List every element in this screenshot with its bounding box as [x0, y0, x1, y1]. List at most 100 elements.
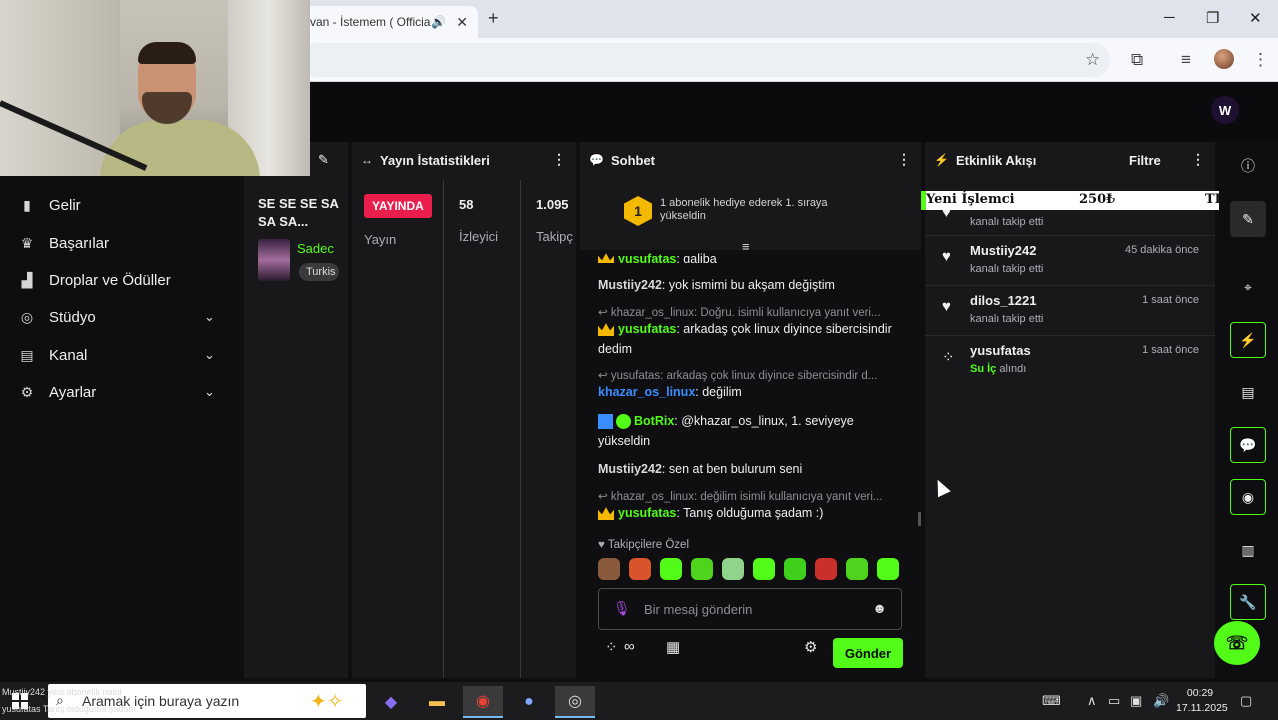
viewer-count: 58 [459, 197, 474, 212]
emote-item[interactable] [877, 558, 899, 580]
wrench-icon[interactable]: 🔧 [1230, 584, 1266, 620]
chrome-icon[interactable]: ◉ [463, 686, 503, 718]
layout-icon[interactable]: ▥ [1230, 532, 1266, 568]
sidebar-item-droplar[interactable]: ▟ Droplar ve Ödüller [0, 262, 241, 298]
emote-item[interactable] [753, 558, 775, 580]
points-icon[interactable]: ⁘ [605, 638, 618, 656]
stream-info-panel: SE SE SE SA SA SA... Sadec Turkis [244, 142, 348, 678]
emote-item[interactable] [815, 558, 837, 580]
sidebar-item-ayarlar[interactable]: ⚙ Ayarlar ⌄ [0, 374, 241, 410]
event-description: kanalı takip etti [970, 313, 1044, 325]
chat-settings-icon[interactable]: ⚙ [804, 638, 817, 656]
scan-icon[interactable]: ⌖ [1230, 269, 1266, 305]
chat-username[interactable]: yusufatas [618, 252, 676, 263]
emote-item[interactable] [846, 558, 868, 580]
verified-badge-icon [616, 414, 631, 430]
chat-username[interactable]: Mustiiy242 [598, 278, 662, 292]
support-chat-button[interactable]: ☏ [1214, 621, 1260, 665]
crown-badge-icon [598, 507, 614, 521]
chat-message: yusufatas: arkadaş çok linux diyince sib… [598, 319, 898, 359]
followers-only-notice: ♥ Takipçilere Özel [598, 539, 689, 551]
user-avatar[interactable]: W [1211, 96, 1239, 124]
infinity-icon[interactable]: ∞ [624, 638, 635, 655]
display-icon[interactable]: ▣ [1130, 693, 1142, 709]
chat-message-input[interactable] [644, 598, 864, 620]
event-description: kanalı takip etti [970, 263, 1044, 275]
chat-username[interactable]: yusufatas [618, 322, 676, 336]
media-control-icon[interactable]: ≡ [1181, 50, 1191, 70]
copilot-icon[interactable]: ◆ [371, 686, 411, 718]
tab-close-icon[interactable]: ✕ [456, 14, 468, 31]
activity-feed-panel: ⚡ Etkinlik Akışı Filtre ⋮ ♥ kanalı takip… [925, 142, 1215, 678]
panel-title: Etkinlik Akışı [955, 152, 1037, 168]
emote-item[interactable] [660, 558, 682, 580]
chat-scrollbar[interactable] [918, 512, 921, 526]
maximize-button[interactable]: ❐ [1206, 9, 1219, 27]
emote-bar [598, 558, 899, 580]
app-icon[interactable]: ● [509, 686, 549, 718]
tray-chevron-icon[interactable]: ∧ [1087, 693, 1097, 709]
info-icon[interactable]: ⓘ [1230, 148, 1266, 184]
stream-category[interactable]: Sadec [297, 241, 337, 256]
chevron-down-icon[interactable]: ⌄ [204, 347, 215, 363]
chat-username[interactable]: khazar_os_linux [598, 385, 695, 399]
chat-username[interactable]: BotRix [634, 414, 674, 428]
broadcast-icon[interactable]: ◉ [1230, 479, 1266, 515]
chat-username[interactable]: Mustiiy242 [598, 462, 662, 476]
emote-item[interactable] [691, 558, 713, 580]
event-username[interactable]: yusufatas [970, 343, 1031, 358]
store-icon[interactable]: ▦ [666, 638, 680, 656]
chevron-down-icon[interactable]: ⌄ [204, 384, 215, 400]
webcam-hair [138, 42, 196, 64]
browser-tab[interactable]: van - İstemem ( Official 🔊 ✕ [300, 6, 478, 38]
lightning-icon[interactable]: ⚡ [1230, 322, 1266, 358]
browser-menu-icon[interactable]: ⋮ [1252, 50, 1269, 70]
sidebar-item-basarilar[interactable]: ♛ Başarılar [0, 225, 241, 261]
obs-icon[interactable]: ◎ [555, 686, 595, 718]
chat-username[interactable]: yusufatas [618, 506, 676, 520]
bookmark-star-icon[interactable]: ☆ [1085, 50, 1100, 70]
taskbar-clock[interactable]: 00:29 17.11.2025 [1176, 686, 1228, 716]
emote-item[interactable] [784, 558, 806, 580]
reply-text: khazar_os_linux: Doğru. isimli kullanıcı… [610, 307, 881, 319]
profile-avatar[interactable] [1214, 49, 1234, 69]
chat-bubble-icon: 💬 [589, 153, 604, 167]
chat-bubble-icon[interactable]: 💬 [1230, 427, 1266, 463]
chevron-down-icon[interactable]: ⌄ [204, 309, 215, 325]
new-tab-button[interactable]: + [488, 8, 499, 29]
document-icon[interactable]: ▤ [1230, 374, 1266, 410]
emote-item[interactable] [722, 558, 744, 580]
event-username[interactable]: Mustiiy242 [970, 243, 1036, 258]
more-options-icon[interactable]: ⋮ [1191, 151, 1205, 168]
edit-icon[interactable]: ✎ [1230, 201, 1266, 237]
follower-label: Takipç [536, 229, 573, 244]
keyboard-icon[interactable]: ⌨ [1042, 693, 1061, 709]
heart-icon: ♥ [942, 298, 951, 315]
send-button[interactable]: Gönder [833, 638, 903, 668]
more-options-icon[interactable]: ⋮ [897, 151, 911, 168]
webcam-overlay [0, 0, 310, 176]
sidebar-item-gelir[interactable]: ▮ Gelir [0, 187, 241, 223]
extensions-icon[interactable]: ⧉ [1131, 50, 1143, 70]
address-bar[interactable] [300, 43, 1110, 77]
speaker-icon[interactable]: 🔊 [431, 15, 446, 29]
filter-button[interactable]: Filtre [1129, 153, 1161, 168]
sidebar-item-studyo[interactable]: ◎ Stüdyo ⌄ [0, 299, 241, 335]
sidebar-item-kanal[interactable]: ▤ Kanal ⌄ [0, 337, 241, 373]
minimize-button[interactable]: ─ [1164, 9, 1175, 26]
edit-pencil-icon[interactable]: ✎ [318, 152, 329, 168]
lightning-icon: ⚡ [934, 153, 949, 167]
volume-icon[interactable]: 🔊 [1153, 693, 1169, 709]
event-username[interactable]: dilos_1221 [970, 293, 1037, 308]
window-close-button[interactable]: ✕ [1249, 9, 1262, 27]
emote-item[interactable] [598, 558, 620, 580]
microphone-icon[interactable]: 🎙 [613, 600, 631, 617]
category-thumbnail[interactable] [258, 239, 290, 281]
followers-only-label: Takipçilere Özel [607, 539, 689, 551]
more-options-icon[interactable]: ⋮ [552, 151, 566, 168]
notification-icon[interactable]: ▢ [1240, 693, 1252, 709]
emoji-icon[interactable]: ☻ [872, 600, 887, 616]
file-explorer-icon[interactable]: ▬ [417, 686, 457, 718]
network-icon[interactable]: ▭ [1108, 693, 1120, 709]
emote-item[interactable] [629, 558, 651, 580]
